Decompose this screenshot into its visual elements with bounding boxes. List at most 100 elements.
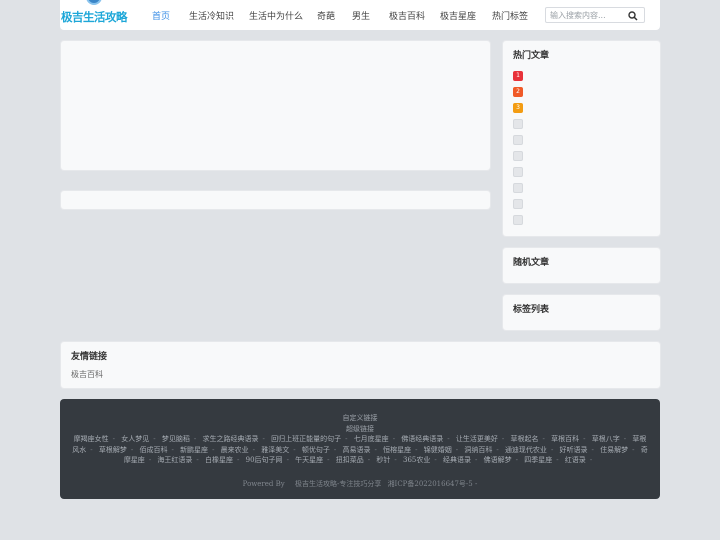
site-logo[interactable]: 极吉生活攻略	[61, 0, 128, 28]
rank-badge: 1	[513, 71, 523, 81]
link-separator: -	[392, 435, 396, 443]
link-separator: -	[474, 456, 478, 464]
link-separator: -	[550, 445, 554, 454]
super-link[interactable]: 超级链接	[60, 424, 660, 434]
footer-link[interactable]: 佰成百科	[139, 446, 167, 454]
footer-link[interactable]: 草根解梦	[99, 446, 127, 454]
search-input[interactable]	[550, 9, 626, 21]
rank-badge	[513, 151, 523, 161]
footer-link[interactable]: 女人梦见	[121, 435, 149, 443]
footer-link[interactable]: 晨来农业	[221, 446, 249, 454]
footer-link[interactable]: 365农业	[403, 456, 430, 464]
link-separator: -	[327, 456, 330, 464]
powered-by: Powered By	[242, 480, 285, 488]
nav-life-why[interactable]: 生活中为什么	[249, 9, 303, 22]
footer-link[interactable]: 白橡星座	[205, 456, 233, 464]
main-content-card	[60, 40, 491, 171]
footer-link[interactable]: 恒榕星座	[383, 446, 411, 454]
footer-link[interactable]: 通迪现代农业	[505, 446, 547, 454]
link-separator: -	[153, 435, 156, 443]
rank-badge: 2	[513, 87, 523, 97]
hot-articles-card: 热门文章 1 2 3	[502, 40, 661, 237]
nav-life-tips[interactable]: 生活冷知识	[189, 9, 234, 22]
footer-link[interactable]: 红语录	[565, 456, 586, 464]
pagination-card	[60, 190, 491, 210]
footer-link[interactable]: 扭扣菜品	[336, 456, 364, 464]
link-separator: -	[542, 435, 545, 443]
link-separator: -	[623, 435, 627, 443]
hot-articles-title: 热门文章	[513, 51, 550, 61]
link-separator: -	[262, 435, 265, 443]
rank-badge	[513, 167, 523, 177]
link-separator: -	[374, 445, 377, 454]
link-separator: -	[496, 445, 499, 454]
icp-number[interactable]: 湘ICP备2022016647号-5	[388, 480, 473, 488]
footer-link[interactable]: 七月底星座	[354, 435, 389, 443]
link-separator: -	[130, 445, 134, 454]
footer-link[interactable]: 求生之路经典语录	[202, 435, 258, 443]
footer-copyright: Powered By 极吉生活攻略-专注技巧分享 湘ICP备2022016647…	[242, 480, 478, 488]
footer-link[interactable]: 顿优句子	[302, 446, 330, 454]
rank-badge: 3	[513, 103, 523, 113]
nav-boys[interactable]: 男生	[352, 9, 370, 22]
footer-link[interactable]: 锦健婚姻	[424, 446, 452, 454]
footer-link[interactable]: 经典语录	[443, 456, 471, 464]
link-separator: -	[112, 435, 116, 443]
tag-list-card: 标签列表	[502, 294, 661, 331]
link-separator: -	[415, 445, 418, 454]
footer-link[interactable]: 让生活更美好	[456, 435, 498, 443]
link-separator: -	[171, 445, 174, 454]
footer-link[interactable]: 午天星座	[295, 456, 323, 464]
link-separator: -	[286, 456, 289, 464]
site-footer: 自定义链接 超级链接 摩羯座女性 - 女人梦见 - 梦见脑稻 - 求生之路经典语录 - …	[60, 399, 660, 499]
footer-link[interactable]: 草根八字	[592, 435, 620, 443]
random-articles-title: 随机文章	[513, 258, 550, 268]
nav-hot-tags[interactable]: 热门标签	[492, 9, 528, 22]
site-name-link[interactable]: 极吉生活攻略-专注技巧分享	[295, 480, 381, 488]
search-box	[545, 7, 645, 23]
rank-badge	[513, 215, 523, 225]
footer-link[interactable]: 梦见脑稻	[162, 435, 190, 443]
footer-link[interactable]: 回归上班正能量的句子	[271, 435, 341, 443]
link-separator: -	[237, 456, 240, 464]
footer-link-list: 摩羯座女性 - 女人梦见 - 梦见脑稻 - 求生之路经典语录 - 回归上班正能量的句子 -…	[60, 434, 660, 466]
footer-link[interactable]: 住易解梦	[600, 446, 628, 454]
footer-link[interactable]: 草根起名	[511, 435, 539, 443]
link-separator: -	[193, 435, 197, 443]
tag-list-title: 标签列表	[513, 305, 550, 315]
nav-weird[interactable]: 奇葩	[317, 9, 335, 22]
footer-link[interactable]: 雅泽美文	[261, 446, 289, 454]
custom-link[interactable]: 自定义链接	[60, 413, 660, 423]
link-separator: -	[293, 445, 296, 454]
link-separator: -	[515, 456, 518, 464]
link-separator: -	[148, 456, 152, 464]
nav-encyclopedia[interactable]: 极吉百科	[389, 9, 425, 22]
footer-link[interactable]: 高易语录	[343, 446, 371, 454]
search-icon[interactable]	[628, 11, 638, 21]
footer-link[interactable]: 洞纳百科	[464, 446, 492, 454]
footer-link[interactable]: 90后句子网	[246, 456, 283, 464]
footer-link[interactable]: 秒针	[376, 456, 390, 464]
link-separator: -	[394, 456, 397, 464]
footer-link[interactable]: 新鹏星座	[180, 446, 208, 454]
link-separator: -	[501, 435, 505, 443]
footer-link[interactable]: 四季星座	[524, 456, 552, 464]
footer-link[interactable]: 好听语录	[560, 446, 588, 454]
link-separator: -	[447, 435, 450, 443]
footer-link[interactable]: 海王红语录	[157, 456, 192, 464]
link-separator: -	[455, 445, 459, 454]
link-separator: -	[434, 456, 437, 464]
logo-text: 极吉生活攻略	[61, 10, 128, 24]
link-separator: -	[333, 445, 337, 454]
nav-home[interactable]: 首页	[152, 9, 170, 22]
link-separator: -	[345, 435, 348, 443]
footer-link[interactable]: 草根百科	[551, 435, 579, 443]
friend-link[interactable]: 极吉百科	[71, 369, 103, 380]
footer-link[interactable]: 佛语解梦	[484, 456, 512, 464]
friend-links-card: 友情链接 极吉百科	[60, 341, 661, 389]
footer-link[interactable]: 摩羯座女性	[74, 435, 109, 443]
nav-horoscope[interactable]: 极吉星座	[440, 9, 476, 22]
random-articles-card: 随机文章	[502, 247, 661, 284]
footer-link[interactable]: 佛语经典语录	[401, 435, 443, 443]
rank-badge	[513, 119, 523, 129]
